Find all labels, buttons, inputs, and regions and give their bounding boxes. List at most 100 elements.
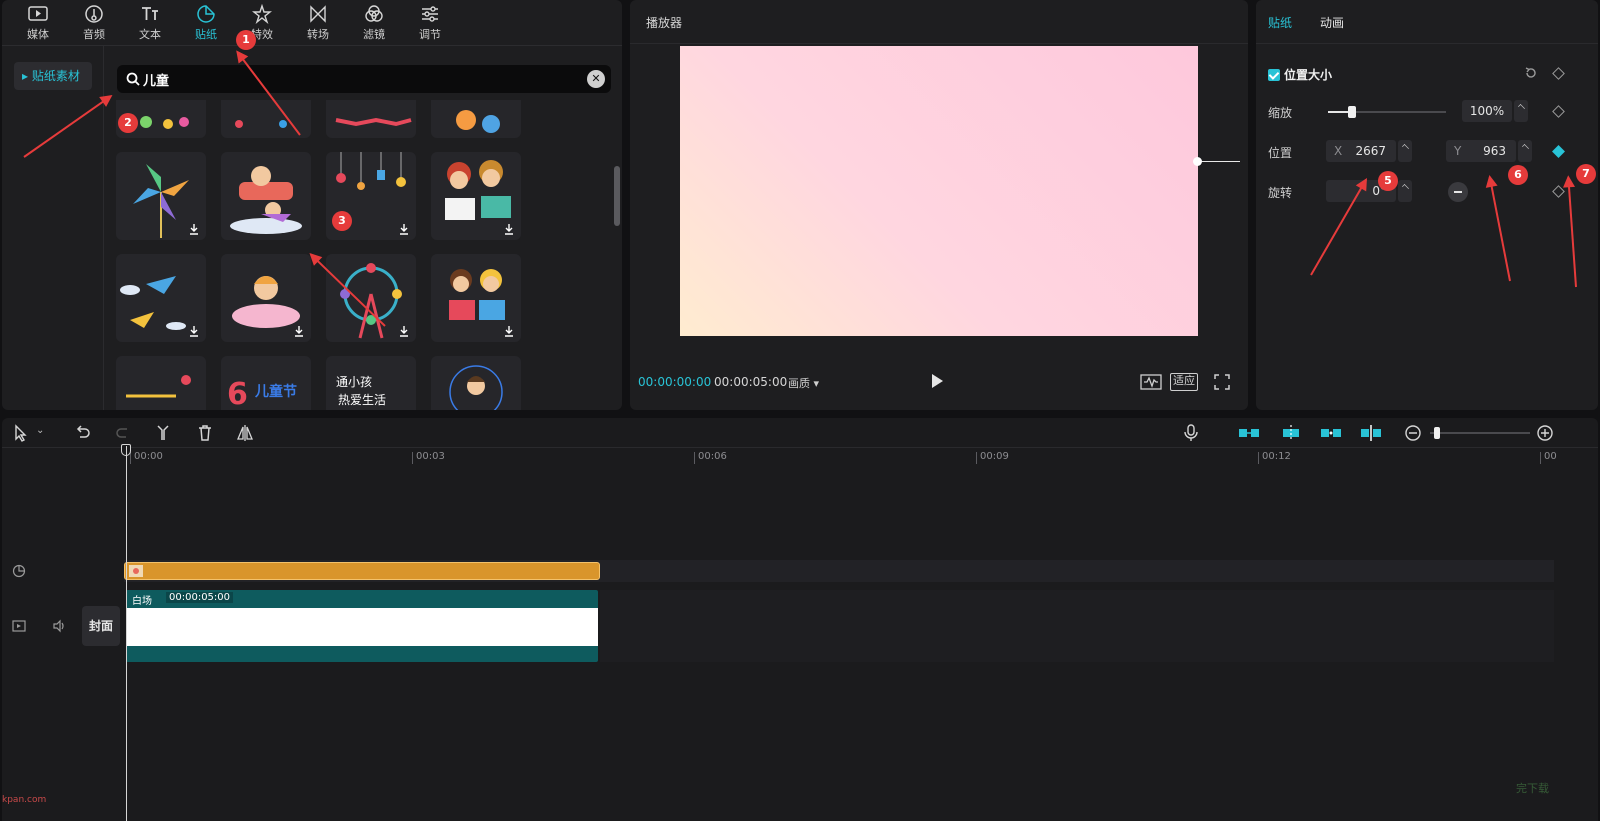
tab-adjust[interactable]: 调节 xyxy=(406,2,454,44)
download-icon[interactable] xyxy=(188,223,200,235)
svg-text:6: 6 xyxy=(227,377,248,410)
sticker-childrens-day: 6 儿童节 xyxy=(227,377,297,410)
sticker-tile[interactable] xyxy=(431,100,521,138)
sticker-tile[interactable] xyxy=(431,152,521,240)
scale-field[interactable]: 100% xyxy=(1462,100,1512,122)
sticker-tile[interactable]: 6 儿童节 xyxy=(221,356,311,410)
timeline-ruler[interactable]: 00:00 00:03 00:06 00:09 00:12 00 xyxy=(122,448,1598,468)
tab-filter[interactable]: 滤镜 xyxy=(350,2,398,44)
sticker-tile[interactable]: 通小孩 热爱生活 xyxy=(326,356,416,410)
sticker-scrollbar[interactable] xyxy=(614,166,620,226)
sticker-image xyxy=(456,110,500,133)
checkbox-icon[interactable] xyxy=(1268,69,1280,81)
zoom-in-icon[interactable] xyxy=(1536,424,1554,442)
sticker-tile[interactable] xyxy=(431,254,521,342)
tab-animation[interactable]: 动画 xyxy=(1320,14,1344,31)
sticker-tile[interactable] xyxy=(431,356,521,410)
split-icon[interactable] xyxy=(154,424,172,442)
sticker-tile[interactable] xyxy=(116,254,206,342)
preview-axis-icon[interactable] xyxy=(1320,424,1342,442)
audio-icon xyxy=(85,5,103,23)
rotate-stepper[interactable] xyxy=(1398,180,1412,202)
canvas-handle[interactable] xyxy=(1193,157,1202,166)
download-icon[interactable] xyxy=(503,325,515,337)
annotation-marker-6: 6 xyxy=(1508,165,1528,185)
tick-label: 00:12 xyxy=(1258,452,1291,464)
tab-sticker-props[interactable]: 贴纸 xyxy=(1268,14,1292,31)
sticker-girl-circle xyxy=(449,365,503,410)
tick-label: 00:03 xyxy=(412,452,445,464)
position-size-section[interactable]: 位置大小 xyxy=(1268,66,1332,83)
split-screen-icon[interactable] xyxy=(1360,424,1382,442)
player-header: 播放器 xyxy=(630,0,1248,44)
video-clip[interactable]: 白场 00:00:05:00 xyxy=(126,590,598,662)
x-stepper[interactable] xyxy=(1398,140,1412,162)
keyframe-icon[interactable] xyxy=(1552,105,1565,118)
fit-button[interactable]: 适应 xyxy=(1170,373,1198,391)
undo-icon[interactable] xyxy=(74,424,92,442)
tab-transition[interactable]: 转场 xyxy=(294,2,342,44)
sticker-tile[interactable] xyxy=(221,254,311,342)
magnet-snap-icon[interactable] xyxy=(1238,424,1260,442)
clear-icon[interactable]: ✕ xyxy=(587,70,605,88)
sidebar-item-sticker-assets[interactable]: ▸ 贴纸素材 xyxy=(14,62,92,90)
microphone-icon[interactable] xyxy=(1182,424,1200,442)
download-icon[interactable] xyxy=(503,223,515,235)
play-icon[interactable] xyxy=(930,373,944,389)
playhead[interactable] xyxy=(126,446,127,821)
download-icon[interactable] xyxy=(188,325,200,337)
tab-text[interactable]: 文本 xyxy=(126,2,174,44)
quality-dropdown[interactable]: 画质 ▾ xyxy=(788,375,819,391)
sticker-tile[interactable] xyxy=(326,100,416,138)
tab-media[interactable]: 媒体 xyxy=(14,2,62,44)
zoom-slider[interactable] xyxy=(1430,432,1530,434)
player-title: 播放器 xyxy=(646,16,683,30)
select-tool-icon[interactable] xyxy=(12,424,30,442)
tab-audio[interactable]: 音频 xyxy=(70,2,118,44)
y-field[interactable]: Y 963 xyxy=(1446,140,1516,162)
preview-canvas[interactable] xyxy=(680,46,1198,336)
x-field[interactable]: X 2667 xyxy=(1326,140,1396,162)
keyframe-icon[interactable] xyxy=(1552,67,1565,80)
reset-icon[interactable] xyxy=(1524,66,1538,80)
search-query: 儿童 xyxy=(143,74,170,89)
annotation-marker-1: 1 xyxy=(236,30,256,50)
keyframe-active-icon[interactable] xyxy=(1552,145,1565,158)
cover-button[interactable]: 封面 xyxy=(82,606,120,646)
watermark-left: kpan.com xyxy=(2,795,47,805)
sticker-tile[interactable] xyxy=(326,254,416,342)
scale-slider-knob[interactable] xyxy=(1347,106,1356,118)
search-input[interactable]: 儿童 ✕ xyxy=(117,65,611,93)
annotation-marker-7: 7 xyxy=(1576,164,1596,184)
download-icon[interactable] xyxy=(293,325,305,337)
delete-icon[interactable] xyxy=(196,424,214,442)
waveform-icon[interactable] xyxy=(1140,373,1162,391)
tab-sticker[interactable]: 贴纸 xyxy=(182,2,230,44)
speaker-icon[interactable] xyxy=(52,619,66,633)
media-tabs: 媒体 音频 文本 贴纸 特效 转场 滤镜 调节 xyxy=(2,0,622,46)
sticker-tile[interactable] xyxy=(116,356,206,410)
download-icon[interactable] xyxy=(398,325,410,337)
sticker-tile[interactable] xyxy=(116,152,206,240)
rotate-dial[interactable] xyxy=(1448,182,1468,202)
zoom-slider-knob[interactable] xyxy=(1434,427,1440,439)
media-icon xyxy=(28,6,48,21)
scale-slider[interactable] xyxy=(1328,106,1446,118)
timeline-panel: ⌄ 00:00 00:03 00:06 00:09 00:12 00 封面 白场… xyxy=(2,418,1598,821)
zoom-out-icon[interactable] xyxy=(1404,424,1422,442)
sticker-tile[interactable] xyxy=(221,152,311,240)
linkage-icon[interactable] xyxy=(1280,424,1302,442)
rotate-label: 旋转 xyxy=(1268,186,1293,200)
scale-stepper[interactable] xyxy=(1514,100,1528,122)
properties-tabs: 贴纸 动画 xyxy=(1256,0,1598,44)
redo-icon[interactable] xyxy=(114,424,132,442)
download-icon[interactable] xyxy=(398,223,410,235)
properties-panel: 贴纸 动画 位置大小 缩放 100% 位置 X 2667 Y 963 旋转 0° xyxy=(1256,0,1598,410)
mirror-icon[interactable] xyxy=(236,424,254,442)
y-stepper[interactable] xyxy=(1518,140,1532,162)
svg-text:热爱生活: 热爱生活 xyxy=(338,393,386,407)
tick-label: 00:09 xyxy=(976,452,1009,464)
sticker-clip[interactable] xyxy=(124,562,600,580)
fullscreen-icon[interactable] xyxy=(1214,373,1230,391)
chevron-down-icon[interactable]: ⌄ xyxy=(36,425,44,436)
